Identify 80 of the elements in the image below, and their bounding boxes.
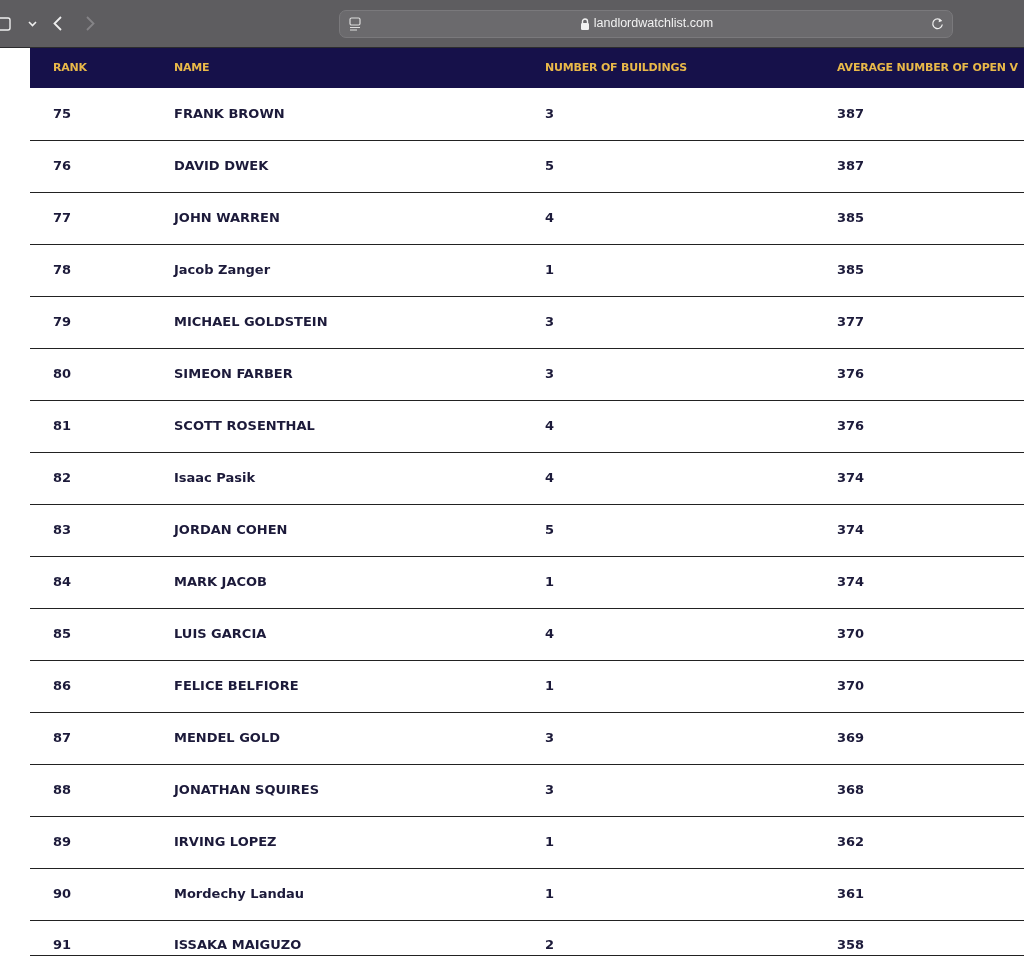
average-cell: 361 [837,886,865,902]
average-cell: 370 [837,626,865,642]
buildings-cell: 5 [545,522,555,538]
buildings-cell: 1 [545,574,555,590]
column-header[interactable]: NAME [174,60,210,74]
name-cell: Jacob Zanger [174,262,271,278]
average-cell: 385 [837,210,865,226]
name-cell: DAVID DWEK [174,158,269,174]
buildings-cell: 1 [545,834,555,850]
average-cell: 387 [837,106,865,121]
rank-cell: 75 [53,106,72,121]
back-icon[interactable] [53,16,62,31]
chevron-down-icon[interactable] [28,20,37,27]
name-cell: Isaac Pasik [174,470,256,486]
name-cell: LUIS GARCIA [174,626,267,642]
buildings-cell: 1 [545,678,555,694]
rank-cell: 87 [53,730,72,746]
buildings-cell: 3 [545,730,555,746]
buildings-cell: 1 [545,886,555,902]
rank-cell: 89 [53,834,72,850]
column-header[interactable]: NUMBER OF BUILDINGS [545,60,687,74]
average-cell: 374 [837,522,865,538]
buildings-cell: 3 [545,314,555,330]
tab-overview-icon[interactable] [348,16,362,31]
rank-cell: 80 [53,366,72,382]
name-cell: SCOTT ROSENTHAL [174,418,315,434]
buildings-cell: 3 [545,106,555,121]
name-cell: ISSAKA MAIGUZO [174,936,302,952]
average-cell: 374 [837,470,865,486]
name-cell: MICHAEL GOLDSTEIN [174,314,328,330]
rank-cell: 78 [53,262,72,278]
name-cell: FELICE BELFIORE [174,678,299,694]
buildings-cell: 4 [545,626,555,642]
sidebar-icon[interactable] [0,16,12,31]
buildings-cell: 5 [545,158,555,174]
average-cell: 377 [837,314,865,330]
buildings-cell: 4 [545,418,555,434]
column-header[interactable]: AVERAGE NUMBER OF OPEN V [837,60,1018,74]
average-cell: 362 [837,834,865,850]
lock-icon [579,17,590,30]
rank-cell: 86 [53,678,72,694]
average-cell: 376 [837,418,865,434]
rank-cell: 91 [53,936,72,952]
buildings-cell: 2 [545,936,555,952]
rank-cell: 90 [53,886,72,902]
rank-cell: 85 [53,626,72,642]
rank-cell: 81 [53,418,72,434]
average-cell: 374 [837,574,865,590]
average-cell: 358 [837,936,865,952]
url-text: landlordwatchlist.com [593,15,714,33]
name-cell: MENDEL GOLD [174,730,280,746]
buildings-cell: 3 [545,782,555,798]
average-cell: 385 [837,262,865,278]
column-header[interactable]: RANK [53,60,87,74]
average-cell: 387 [837,158,865,174]
rank-cell: 84 [53,574,72,590]
average-cell: 369 [837,730,865,746]
reload-icon[interactable] [931,17,944,30]
name-cell: MARK JACOB [174,574,267,590]
buildings-cell: 1 [545,262,555,278]
name-cell: JOHN WARREN [174,210,280,226]
rank-cell: 79 [53,314,72,330]
rank-cell: 82 [53,470,72,486]
address-bar[interactable]: landlordwatchlist.com [339,9,953,38]
name-cell: Mordechy Landau [174,886,304,902]
name-cell: JONATHAN SQUIRES [174,782,320,798]
buildings-cell: 4 [545,210,555,226]
rank-cell: 83 [53,522,72,538]
rank-cell: 76 [53,158,72,174]
rank-cell: 88 [53,782,72,798]
name-cell: JORDAN COHEN [174,522,288,538]
average-cell: 376 [837,366,865,382]
name-cell: FRANK BROWN [174,106,285,121]
average-cell: 370 [837,678,865,694]
rank-cell: 77 [53,210,72,226]
buildings-cell: 3 [545,366,555,382]
average-cell: 368 [837,782,865,798]
name-cell: IRVING LOPEZ [174,834,277,850]
buildings-cell: 4 [545,470,555,486]
name-cell: SIMEON FARBER [174,366,293,382]
